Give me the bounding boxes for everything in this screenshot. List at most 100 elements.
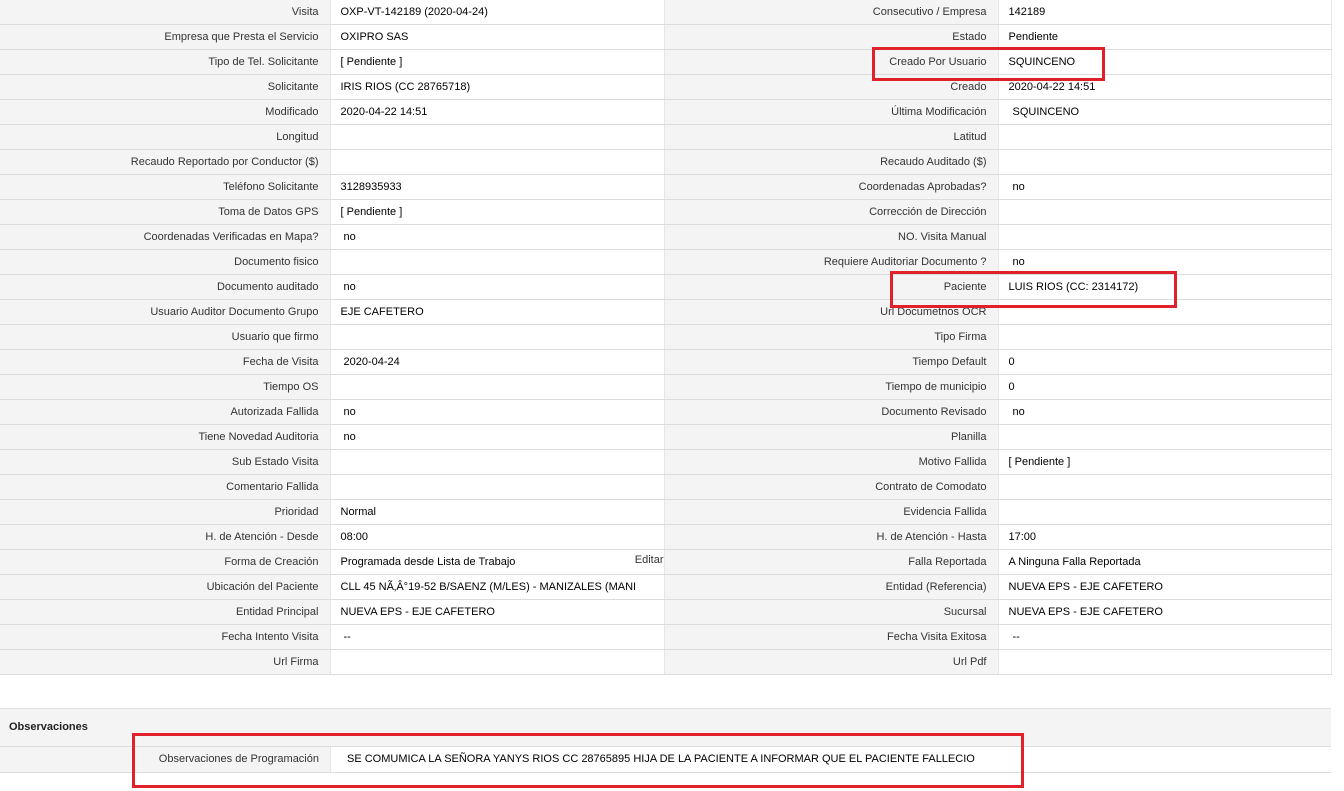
fecha-visita-exitosa-value: -- xyxy=(998,624,1332,650)
observaciones-row: Observaciones de Programación SE COMUMIC… xyxy=(0,746,1331,773)
recaudo-reportado-por-conductor-label: Recaudo Reportado por Conductor ($) xyxy=(0,149,331,175)
table-row: Tiempo OS Tiempo de municipio 0 xyxy=(0,374,1332,400)
coordenadas-aprobadas-value: no xyxy=(998,174,1332,200)
h-de-atencion-hasta-label: H. de Atención - Hasta xyxy=(664,524,999,550)
tiempo-default-value: 0 xyxy=(998,349,1332,375)
table-row: Modificado 2020-04-22 14:51 Última Modific… xyxy=(0,99,1332,125)
recaudo-auditado-value xyxy=(998,149,1332,175)
table-row: Coordenadas Verificadas en Mapa? no NO. Vi… xyxy=(0,224,1332,250)
table-row: Documento auditado no Paciente LUIS RIOS (C… xyxy=(0,274,1332,300)
h-de-atencion-hasta-value: 17:00 xyxy=(998,524,1332,550)
table-row: Autorizada Fallida no Documento Revisado no xyxy=(0,399,1332,425)
ultima-modificacion-value: SQUINCENO xyxy=(998,99,1332,125)
paciente-label: Paciente xyxy=(664,274,999,300)
table-row: Usuario Auditor Documento Grupo EJE CAFET… xyxy=(0,299,1332,325)
visita-label: Visita xyxy=(0,0,331,25)
tipo-firma-label: Tipo Firma xyxy=(664,324,999,350)
coordenadas-verificadas-en-mapa-label: Coordenadas Verificadas en Mapa? xyxy=(0,224,331,250)
planilla-label: Planilla xyxy=(664,424,999,450)
sucursal-label: Sucursal xyxy=(664,599,999,625)
visit-details-table: Visita OXP-VT-142189 (2020-04-24) Consecut… xyxy=(0,0,1332,675)
fecha-de-visita-label: Fecha de Visita xyxy=(0,349,331,375)
requiere-auditoriar-documento-value: no xyxy=(998,249,1332,275)
table-row: Tipo de Tel. Solicitante[ Pendiente ] Cre… xyxy=(0,49,1332,75)
tiempo-os-value xyxy=(330,374,665,400)
tiempo-os-label: Tiempo OS xyxy=(0,374,331,400)
url-documetnos-ocr-label: Url Documetnos OCR xyxy=(664,299,999,325)
fecha-de-visita-value: 2020-04-24 xyxy=(330,349,665,375)
coordenadas-aprobadas-label: Coordenadas Aprobadas? xyxy=(664,174,999,200)
forma-de-creacion-text: Programada desde Lista de Trabajo xyxy=(340,556,516,568)
table-row: H. de Atención - Desde 08:00 H. de Atenció… xyxy=(0,524,1332,550)
visita-value: OXP-VT-142189 (2020-04-24) xyxy=(330,0,665,25)
table-row: Sub Estado Visita Motivo Fallida[ Pendien… xyxy=(0,449,1332,475)
motivo-fallida-label: Motivo Fallida xyxy=(664,449,999,475)
no-visita-manual-label: NO. Visita Manual xyxy=(664,224,999,250)
toma-de-datos-gps-value: [ Pendiente ] xyxy=(330,199,665,225)
falla-reportada-label: Falla Reportada xyxy=(664,549,999,575)
creado-por-usuario-label: Creado Por Usuario xyxy=(664,49,999,75)
table-row: Tiene Novedad Auditoria no Planilla xyxy=(0,424,1332,450)
table-row: Url Firma Url Pdf xyxy=(0,649,1332,675)
recaudo-auditado-label: Recaudo Auditado ($) xyxy=(664,149,999,175)
toma-de-datos-gps-label: Toma de Datos GPS xyxy=(0,199,331,225)
fecha-visita-exitosa-label: Fecha Visita Exitosa xyxy=(664,624,999,650)
prioridad-label: Prioridad xyxy=(0,499,331,525)
evidencia-fallida-label: Evidencia Fallida xyxy=(664,499,999,525)
tipo-de-tel-solicitante-value: [ Pendiente ] xyxy=(330,49,665,75)
longitud-value xyxy=(330,124,665,150)
table-row: Usuario que firmo Tipo Firma xyxy=(0,324,1332,350)
usuario-auditor-documento-grupo-label: Usuario Auditor Documento Grupo xyxy=(0,299,331,325)
forma-de-creacion-label: Forma de Creación xyxy=(0,549,331,575)
table-row: Longitud Latitud xyxy=(0,124,1332,150)
ubicacion-del-paciente-label: Ubicación del Paciente xyxy=(0,574,331,600)
table-row: Fecha Intento Visita -- Fecha Visita Exito… xyxy=(0,624,1332,650)
latitud-value xyxy=(998,124,1332,150)
fecha-intento-visita-value: -- xyxy=(330,624,665,650)
estado-value: Pendiente xyxy=(998,24,1332,50)
comentario-fallida-label: Comentario Fallida xyxy=(0,474,331,500)
sub-estado-visita-value xyxy=(330,449,665,475)
h-de-atencion-desde-value: 08:00 xyxy=(330,524,665,550)
ubicacion-del-paciente-value: CLL 45 NÃ‚Â°19-52 B/SAENZ (M/LES) - MANI… xyxy=(330,574,665,600)
planilla-value xyxy=(998,424,1332,450)
autorizada-fallida-value: no xyxy=(330,399,665,425)
url-firma-value xyxy=(330,649,665,675)
tiempo-de-municipio-value: 0 xyxy=(998,374,1332,400)
comentario-fallida-value xyxy=(330,474,665,500)
estado-label: Estado xyxy=(664,24,999,50)
url-firma-label: Url Firma xyxy=(0,649,331,675)
table-row: Visita OXP-VT-142189 (2020-04-24) Consecut… xyxy=(0,0,1332,25)
consecutivo-empresa-value: 142189 xyxy=(998,0,1332,25)
prioridad-value: Normal xyxy=(330,499,665,525)
url-pdf-value xyxy=(998,649,1332,675)
entidad-referencia-value: NUEVA EPS - EJE CAFETERO xyxy=(998,574,1332,600)
table-row: Toma de Datos GPS[ Pendiente ] Corrección… xyxy=(0,199,1332,225)
tiene-novedad-auditoria-value: no xyxy=(330,424,665,450)
observaciones-section: Observaciones Observaciones de Programac… xyxy=(0,708,1331,773)
creado-value: 2020-04-22 14:51 xyxy=(998,74,1332,100)
edit-link[interactable]: Editar xyxy=(635,550,663,573)
motivo-fallida-value: [ Pendiente ] xyxy=(998,449,1332,475)
table-row: Empresa que Presta el Servicio OXIPRO SAS… xyxy=(0,24,1332,50)
ultima-modificacion-label: Última Modificación xyxy=(664,99,999,125)
documento-auditado-value: no xyxy=(330,274,665,300)
modificado-label: Modificado xyxy=(0,99,331,125)
telefono-solicitante-value: 3128935933 xyxy=(330,174,665,200)
table-row: Comentario Fallida Contrato de Comodato xyxy=(0,474,1332,500)
solicitante-label: Solicitante xyxy=(0,74,331,100)
usuario-que-firmo-label: Usuario que firmo xyxy=(0,324,331,350)
creado-label: Creado xyxy=(664,74,999,100)
contrato-de-comodato-value xyxy=(998,474,1332,500)
falla-reportada-value: A Ninguna Falla Reportada xyxy=(998,549,1332,575)
observaciones-programacion-value: SE COMUMICA LA SEÑORA YANYS RIOS CC 2876… xyxy=(347,753,975,765)
telefono-solicitante-label: Teléfono Solicitante xyxy=(0,174,331,200)
autorizada-fallida-label: Autorizada Fallida xyxy=(0,399,331,425)
tiene-novedad-auditoria-label: Tiene Novedad Auditoria xyxy=(0,424,331,450)
consecutivo-empresa-label: Consecutivo / Empresa xyxy=(664,0,999,25)
latitud-label: Latitud xyxy=(664,124,999,150)
paciente-value: LUIS RIOS (CC: 2314172) xyxy=(998,274,1332,300)
entidad-principal-value: NUEVA EPS - EJE CAFETERO xyxy=(330,599,665,625)
recaudo-reportado-por-conductor-value xyxy=(330,149,665,175)
tipo-de-tel-solicitante-label: Tipo de Tel. Solicitante xyxy=(0,49,331,75)
